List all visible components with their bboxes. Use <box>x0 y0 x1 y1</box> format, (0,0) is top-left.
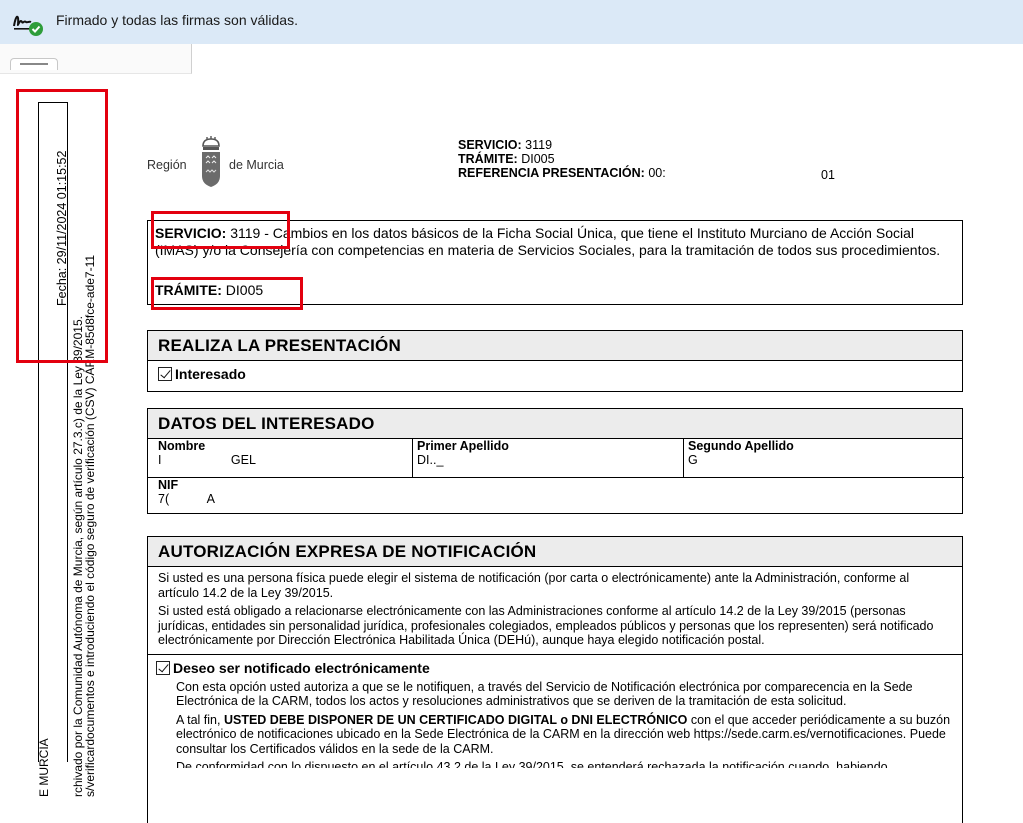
realiza-title: REALIZA LA PRESENTACIÓN <box>148 331 962 361</box>
autorizacion-paragraph-1: Si usted es una persona física puede ele… <box>158 571 910 600</box>
thumbnail-panel <box>0 44 192 74</box>
highlight-tramite-box <box>151 277 303 310</box>
margin-legal-line-3: E MURCIA <box>37 738 51 797</box>
reference-tail: 01 <box>821 168 835 182</box>
nombre-cell: Nombre I GEL <box>158 439 256 468</box>
thumbnail-tab[interactable] <box>10 58 58 70</box>
notificacion-option: Deseo ser notificado electrónicamente <box>148 653 962 676</box>
realiza-section: REALIZA LA PRESENTACIÓN Interesado <box>147 330 963 392</box>
highlight-servicio-box <box>151 211 290 249</box>
autorizacion-paragraph-2: Si usted está obligado a relacionarse el… <box>158 604 934 647</box>
logo-text-right: de Murcia <box>229 158 284 172</box>
interesado-section: DATOS DEL INTERESADO Nombre I GEL Primer… <box>147 408 964 514</box>
notificacion-body: Con esta opción usted autoriza a que se … <box>176 679 951 756</box>
header-info: SERVICIO: 3119 TRÁMITE: DI005 REFERENCIA… <box>458 138 666 180</box>
apellido1-cell: Primer Apellido DI.._ <box>417 439 509 468</box>
nif-cell: NIF 7( A <box>158 478 215 507</box>
coat-of-arms-icon <box>202 136 220 187</box>
autorizacion-title: AUTORIZACIÓN EXPRESA DE NOTIFICACIÓN <box>148 537 962 567</box>
document-page: Fecha: 29/11/2024 01:15:52 rchivado por … <box>0 74 1023 823</box>
signature-valid-icon <box>13 15 43 36</box>
interesado-title: DATOS DEL INTERESADO <box>148 409 962 439</box>
checkbox-checked-icon <box>158 367 172 381</box>
notificacion-cut-line: De conformidad con lo dispuesto en el ar… <box>176 760 888 768</box>
realiza-option: Interesado <box>148 361 962 387</box>
highlight-date-box <box>16 89 108 363</box>
checkbox-checked-icon <box>156 660 170 675</box>
signature-status-text: Firmado y todas las firmas son válidas. <box>56 12 298 28</box>
region-murcia-logo: Región de Murcia <box>147 136 297 196</box>
logo-text-left: Región <box>147 158 187 172</box>
apellido2-cell: Segundo Apellido G <box>688 439 794 468</box>
signature-status-bar: Firmado y todas las firmas son válidas. <box>0 0 1023 44</box>
autorizacion-section: AUTORIZACIÓN EXPRESA DE NOTIFICACIÓN Si … <box>147 536 963 823</box>
